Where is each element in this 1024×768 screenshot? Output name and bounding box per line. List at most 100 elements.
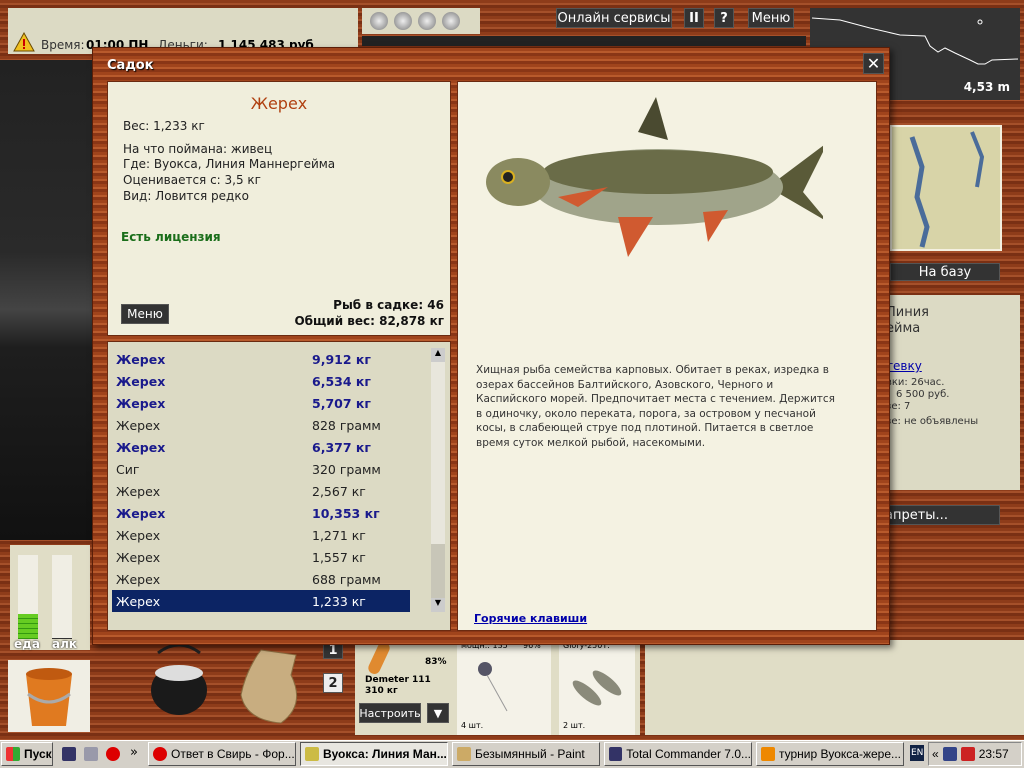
line-slot[interactable]: мощн.: 135 96% 4 шт. [457, 635, 551, 735]
bans-button[interactable]: апреты... [876, 505, 1000, 525]
fish-description: Хищная рыба семейства карповых. Обитает … [476, 364, 835, 449]
fish-list-row[interactable]: Жерех 10,353 кг [112, 502, 410, 524]
dialog-title: Садок [107, 58, 154, 73]
task-paint[interactable]: Безымянный - Paint [452, 742, 600, 766]
scroll-thumb[interactable] [431, 544, 445, 598]
bell-icon[interactable] [370, 12, 388, 30]
time-label: Время: [41, 38, 85, 52]
dark-strip [362, 36, 806, 46]
task-opera[interactable]: Ответ в Свирь - Фор... [148, 742, 296, 766]
fish-list-row[interactable]: Жерех 9,912 кг [112, 348, 410, 370]
fish-row-weight: 5,707 кг [312, 395, 371, 411]
fish-row-weight: 1,557 кг [312, 549, 366, 565]
fish-row-name: Жерех [116, 593, 161, 609]
hotkeys-link[interactable]: Горячие клавиши [474, 612, 587, 625]
bait-count: 2 шт. [563, 721, 586, 730]
task-image[interactable]: турнир Вуокса-жере... [756, 742, 904, 766]
quicklaunch-more[interactable]: » [130, 745, 138, 760]
warning-icon [13, 32, 35, 52]
close-icon: ✕ [866, 54, 881, 73]
info-1: вки: 26час. [886, 377, 945, 388]
fish-list-row[interactable]: Жерех 5,707 кг [112, 392, 410, 414]
start-label: Пуск [24, 747, 52, 761]
info-2: 6 500 руб. [896, 389, 950, 400]
fish-weight: Вес: 1,233 кг [123, 119, 205, 133]
info-menu-button[interactable]: Меню [121, 304, 169, 324]
fish-count: Рыб в садке: 46 [333, 298, 444, 312]
network-icon[interactable] [942, 747, 957, 761]
language-indicator[interactable]: EN [910, 745, 925, 761]
fish-list-row[interactable]: Жерех 828 грамм [112, 414, 410, 436]
close-button[interactable]: ✕ [863, 53, 884, 74]
rod-name: Demeter 111 [365, 675, 431, 685]
list-scrollbar[interactable]: ▲ ▼ [431, 348, 445, 612]
online-services-button[interactable]: Онлайн сервисы [556, 8, 672, 28]
bell-icon[interactable] [394, 12, 412, 30]
fish-row-weight: 1,233 кг [312, 593, 366, 609]
fish-row-name: Жерех [116, 373, 166, 389]
fish-list-row[interactable]: Жерех 6,377 кг [112, 436, 410, 458]
fish-row-name: Жерех [116, 505, 166, 521]
fish-image [486, 97, 823, 257]
fish-list-row[interactable]: Сиг 320 грамм [112, 458, 410, 480]
rod-percent: 83% [425, 657, 447, 667]
notepad-icon[interactable] [84, 747, 98, 761]
pot-icon[interactable] [148, 645, 210, 717]
bucket-slot[interactable] [8, 660, 90, 732]
help-button[interactable]: ? [714, 8, 734, 28]
game-icon [305, 747, 319, 761]
fish-list-row[interactable]: Жерех 1,557 кг [112, 546, 410, 568]
license-link[interactable]: тевку [886, 359, 922, 373]
bell-icon[interactable] [442, 12, 460, 30]
pause-button[interactable]: II [684, 8, 704, 28]
fish-row-name: Жерех [116, 395, 166, 411]
meters-panel: еда алк [10, 545, 90, 651]
to-base-button[interactable]: На базу [890, 263, 1000, 281]
fish-detail-panel: Хищная рыба семейства карповых. Обитает … [457, 81, 877, 631]
setup-button[interactable]: Настроить [359, 703, 421, 723]
fish-list-row[interactable]: Жерех 6,534 кг [112, 370, 410, 392]
start-button[interactable]: Пуск [1, 742, 53, 766]
sack-icon[interactable] [236, 645, 306, 725]
bell-panel [362, 8, 480, 34]
map-water [909, 131, 985, 248]
info-4: зе: не объявлены [886, 416, 979, 427]
task-label: Вуокса: Линия Ман... [323, 747, 447, 761]
fish-row-weight: 2,567 кг [312, 483, 366, 499]
dropdown-button[interactable]: ▼ [427, 703, 449, 723]
paint-icon [457, 747, 471, 761]
rod-load: 310 кг [365, 686, 398, 696]
rod-icon [366, 640, 392, 676]
antivirus-icon[interactable] [960, 747, 975, 761]
task-label: Total Commander 7.0... [626, 747, 751, 761]
tray-expand[interactable]: « [932, 747, 939, 761]
hook-icon [478, 662, 508, 712]
bell-icon[interactable] [418, 12, 436, 30]
fish-row-weight: 828 грамм [312, 417, 381, 433]
task-game[interactable]: Вуокса: Линия Ман... [300, 742, 448, 766]
task-label: турнир Вуокса-жере... [779, 747, 902, 761]
fish-row-weight: 6,534 кг [312, 373, 371, 389]
save-icon[interactable] [62, 747, 76, 761]
fish-kind: Вид: Ловится редко [123, 189, 249, 203]
menu-button[interactable]: Меню [748, 8, 794, 28]
fish-list-row[interactable]: Жерех 1,233 кг [112, 590, 410, 612]
floppy-icon [609, 747, 623, 761]
food-meter [18, 555, 38, 639]
fish-list: Жерех 9,912 кг Жерех 6,534 кг Жерех 5,707 кг Ж… [107, 341, 451, 631]
scroll-down-arrow[interactable]: ▼ [431, 598, 445, 612]
fish-row-name: Жерех [116, 483, 161, 499]
task-total-commander[interactable]: Total Commander 7.0... [604, 742, 752, 766]
fish-row-name: Жерех [116, 351, 166, 367]
fish-list-row[interactable]: Жерех 1,271 кг [112, 524, 410, 546]
scroll-up-arrow[interactable]: ▲ [431, 348, 445, 362]
lake-map[interactable] [890, 125, 1002, 251]
fish-list-row[interactable]: Жерех 688 грамм [112, 568, 410, 590]
fish-list-row[interactable]: Жерех 2,567 кг [112, 480, 410, 502]
fish-price: Оценивается с: 3,5 кг [123, 173, 261, 187]
bait-slot[interactable]: Glory-250Т: 2 шт. [559, 635, 635, 735]
location-line1: Линия [886, 305, 929, 320]
slot-2-button[interactable]: 2 [323, 673, 343, 693]
opera-icon[interactable] [106, 747, 120, 761]
license-status: Есть лицензия [121, 230, 221, 244]
